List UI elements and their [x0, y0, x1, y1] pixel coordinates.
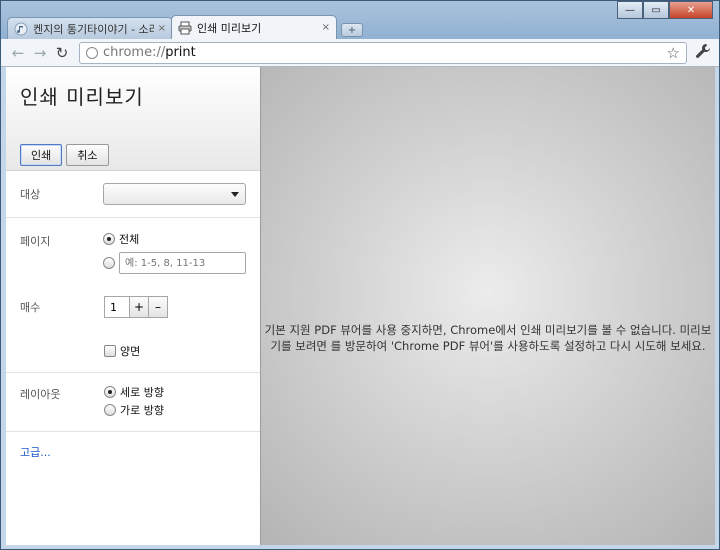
browser-toolbar: ← → ↻ chrome:// print ☆	[1, 39, 719, 67]
back-button[interactable]: ←	[7, 42, 29, 64]
print-button[interactable]: 인쇄	[20, 144, 63, 166]
destination-select[interactable]	[103, 183, 246, 205]
duplex-label: 양면	[120, 345, 141, 358]
pages-label: 페이지	[20, 235, 51, 248]
wrench-menu-button[interactable]	[693, 43, 713, 63]
tab-guitar-story[interactable]: 켄지의 통기타이야기 - 소리 ×	[7, 17, 173, 39]
printer-icon	[178, 21, 192, 34]
pages-all-radio[interactable]	[103, 233, 115, 245]
music-note-icon	[14, 22, 28, 35]
window-controls: — ▭ ✕	[617, 1, 713, 19]
print-settings-sidebar: 인쇄 미리보기 인쇄 취소 대상 페이지 전체 예: 1-5, 8, 11-13…	[6, 67, 261, 545]
bookmark-star-icon[interactable]: ☆	[667, 44, 680, 62]
copies-decrement-button[interactable]: –	[149, 296, 168, 318]
pages-range-option[interactable]	[103, 252, 246, 274]
forward-button[interactable]: →	[29, 42, 51, 64]
pages-range-input[interactable]	[119, 252, 246, 274]
copies-label: 매수	[20, 301, 41, 314]
duplex-option[interactable]: 양면	[104, 342, 246, 360]
pages-all-label: 전체	[119, 233, 140, 246]
page-title: 인쇄 미리보기	[20, 85, 144, 109]
tab-close-icon[interactable]: ×	[322, 22, 330, 33]
destination-label: 대상	[20, 188, 41, 201]
reload-button[interactable]: ↻	[51, 42, 73, 64]
cancel-button[interactable]: 취소	[66, 144, 109, 166]
pages-section: 페이지 전체	[6, 218, 260, 286]
minimize-button[interactable]: —	[617, 1, 643, 19]
globe-icon	[86, 46, 98, 59]
close-window-button[interactable]: ✕	[669, 1, 713, 19]
advanced-section: 고급...	[6, 432, 260, 472]
new-tab-button[interactable]: +	[341, 23, 363, 37]
title-bar: 켄지의 통기타이야기 - 소리 × 인쇄 미리보기 × + — ▭ ✕	[1, 1, 719, 39]
preview-area: 기본 지원 PDF 뷰어를 사용 중지하면, Chrome에서 인쇄 미리보기를…	[261, 67, 715, 545]
tab-strip: 켄지의 통기타이야기 - 소리 × 인쇄 미리보기 × +	[7, 15, 363, 39]
wrench-icon	[696, 43, 710, 58]
pages-range-radio[interactable]	[103, 257, 115, 269]
page-content: 인쇄 미리보기 인쇄 취소 대상 페이지 전체 예: 1-5, 8, 11-13…	[6, 67, 715, 545]
tab-close-icon[interactable]: ×	[158, 23, 166, 34]
landscape-radio[interactable]	[104, 404, 116, 416]
maximize-button[interactable]: ▭	[643, 1, 669, 19]
url-scheme: chrome://	[103, 45, 166, 60]
address-bar[interactable]: chrome:// print ☆	[79, 41, 687, 64]
copies-increment-button[interactable]: +	[130, 296, 149, 318]
browser-window: 켄지의 통기타이야기 - 소리 × 인쇄 미리보기 × + — ▭ ✕ ← → …	[0, 0, 720, 550]
duplex-checkbox[interactable]	[104, 345, 116, 357]
advanced-link[interactable]: 고급...	[20, 446, 51, 459]
landscape-option[interactable]: 가로 방향	[104, 401, 246, 419]
preview-message: 기본 지원 PDF 뷰어를 사용 중지하면, Chrome에서 인쇄 미리보기를…	[264, 323, 712, 353]
tab-print-preview[interactable]: 인쇄 미리보기 ×	[171, 15, 337, 39]
url-host: print	[165, 45, 196, 60]
landscape-label: 가로 방향	[120, 404, 164, 417]
pages-all-option[interactable]: 전체	[103, 230, 246, 248]
copies-stepper: 1 + –	[104, 296, 246, 318]
layout-section: 레이아웃 세로 방향 가로 방향	[6, 372, 260, 432]
sidebar-header: 인쇄 미리보기 인쇄 취소	[6, 67, 260, 171]
layout-label: 레이아웃	[20, 388, 61, 401]
copies-section: 매수 1 + – 양면	[6, 286, 260, 372]
portrait-option[interactable]: 세로 방향	[104, 383, 246, 401]
destination-section: 대상	[6, 171, 260, 218]
tab-title: 켄지의 통기타이야기 - 소리	[33, 22, 154, 36]
action-buttons: 인쇄 취소	[20, 144, 246, 166]
tab-title: 인쇄 미리보기	[197, 21, 262, 35]
copies-input[interactable]: 1	[104, 296, 130, 318]
portrait-radio[interactable]	[104, 386, 116, 398]
portrait-label: 세로 방향	[120, 386, 164, 399]
